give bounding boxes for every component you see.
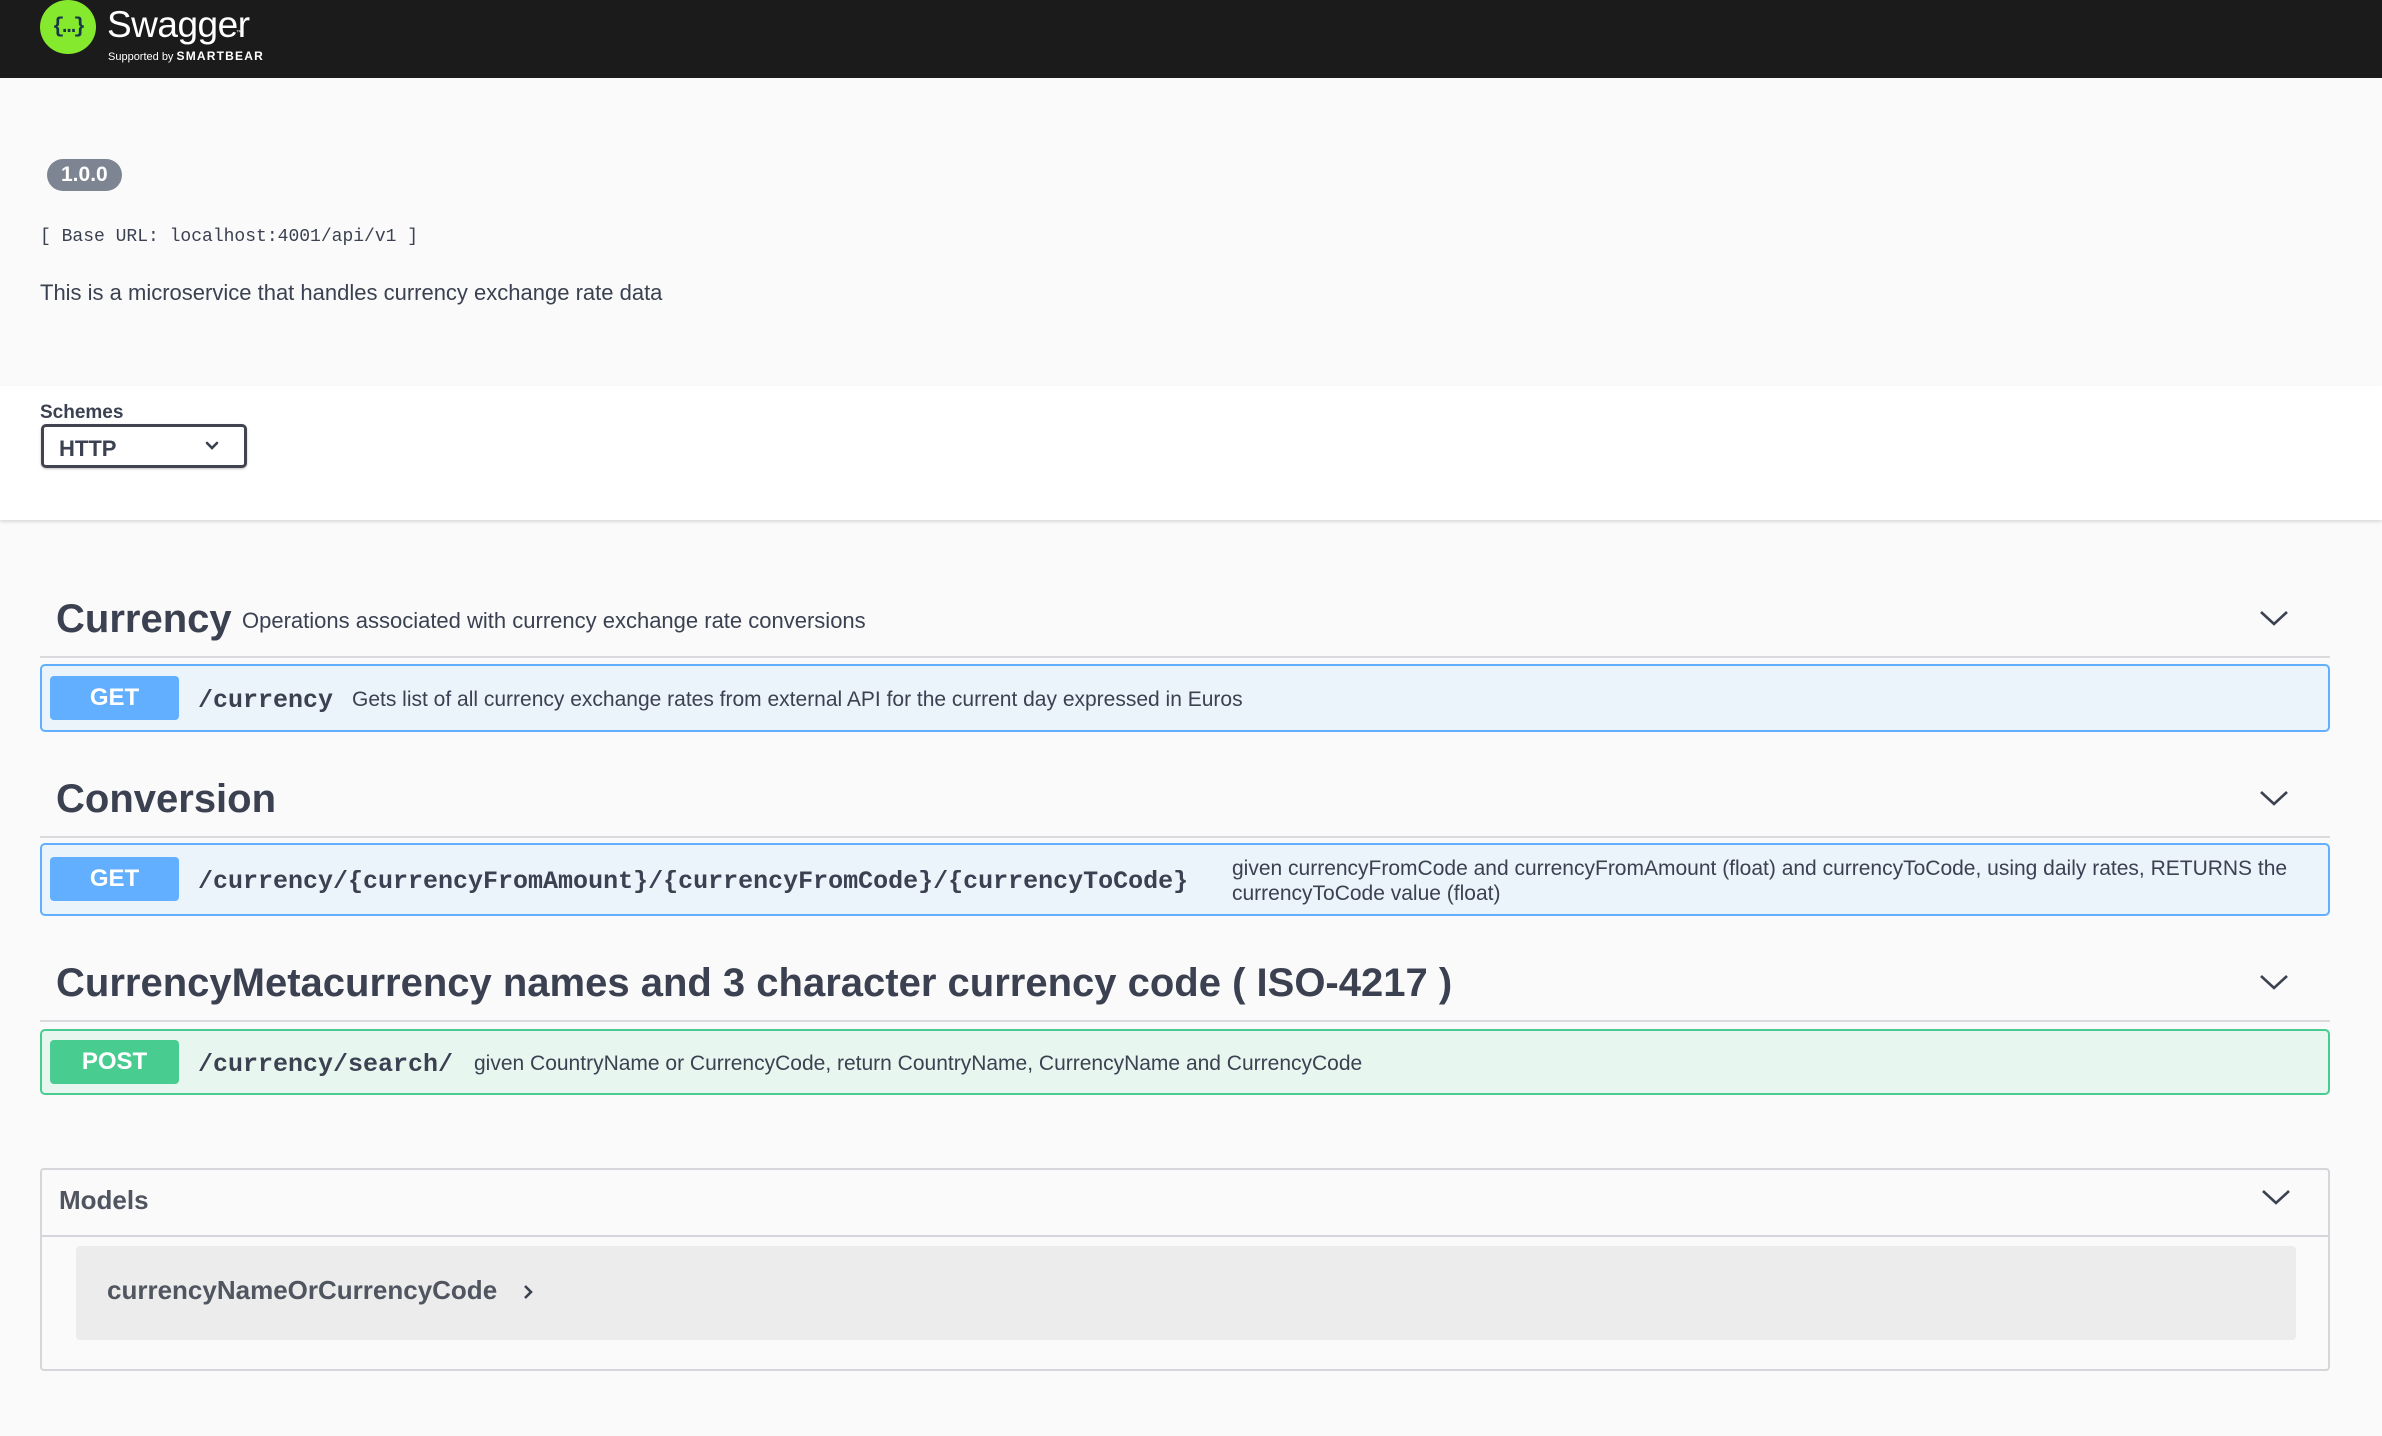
method-badge: POST: [50, 1040, 179, 1084]
version-badge: 1.0.0: [47, 159, 122, 191]
base-url: [ Base URL: localhost:4001/api/v1 ]: [40, 227, 419, 247]
models-section: Models currencyNameOrCurrencyCode: [40, 1168, 2330, 1371]
chevron-down-icon[interactable]: [2258, 787, 2290, 814]
company-name: SMARTBEAR: [176, 49, 264, 63]
top-bar: {…} Swagger ™ Supported by SMARTBEAR: [0, 0, 2382, 78]
method-badge: GET: [50, 676, 179, 720]
model-item[interactable]: currencyNameOrCurrencyCode: [76, 1246, 2296, 1340]
tag-title: Currency: [56, 597, 232, 641]
supported-by-line: Supported by SMARTBEAR: [108, 49, 264, 63]
tag-section-conversion[interactable]: Conversion: [40, 740, 2330, 838]
tag-title: CurrencyMetacurrency names and 3 charact…: [56, 961, 1453, 1005]
api-description: This is a microservice that handles curr…: [40, 280, 663, 305]
operation-path[interactable]: /currency/{currencyFromAmount}/{currency…: [198, 867, 1188, 896]
tag-title: Conversion: [56, 777, 277, 821]
chevron-down-icon[interactable]: [2258, 971, 2290, 998]
chevron-down-icon[interactable]: [2260, 1186, 2292, 1213]
app-title[interactable]: Swagger: [107, 4, 250, 46]
chevron-down-icon: [202, 436, 222, 461]
method-badge: GET: [50, 857, 179, 901]
schemes-container: Schemes HTTP: [0, 386, 2382, 520]
tag-section-currency[interactable]: Currency Operations associated with curr…: [40, 560, 2330, 658]
operation-path[interactable]: /currency/search/: [198, 1050, 453, 1079]
chevron-right-icon[interactable]: [521, 1282, 535, 1307]
trademark-mark: ™: [236, 30, 242, 36]
models-divider: [42, 1235, 2328, 1237]
operation-summary: Gets list of all currency exchange rates…: [352, 688, 1243, 711]
schemes-select[interactable]: HTTP: [41, 424, 247, 468]
swagger-logo-icon[interactable]: {…}: [40, 0, 96, 54]
supported-by-text: Supported by: [108, 51, 174, 63]
models-title[interactable]: Models: [59, 1185, 149, 1216]
swagger-logo-glyph: {…}: [52, 15, 86, 39]
operation-get-currency-conversion[interactable]: GET /currency/{currencyFromAmount}/{curr…: [40, 843, 2330, 916]
model-name: currencyNameOrCurrencyCode: [107, 1275, 498, 1305]
operation-summary: given currencyFromCode and currencyFromA…: [1232, 857, 2288, 905]
operation-post-currency-search[interactable]: POST /currency/search/ given CountryName…: [40, 1029, 2330, 1095]
chevron-down-icon[interactable]: [2258, 607, 2290, 634]
operation-path[interactable]: /currency: [198, 686, 333, 715]
operation-summary: given CountryName or CurrencyCode, retur…: [474, 1052, 1363, 1075]
tag-description: Operations associated with currency exch…: [242, 608, 866, 633]
tag-section-currency-meta[interactable]: CurrencyMetacurrency names and 3 charact…: [40, 924, 2330, 1022]
schemes-label: Schemes: [40, 402, 124, 423]
operation-get-currency[interactable]: GET /currency Gets list of all currency …: [40, 664, 2330, 732]
schemes-selected-value: HTTP: [59, 436, 117, 461]
